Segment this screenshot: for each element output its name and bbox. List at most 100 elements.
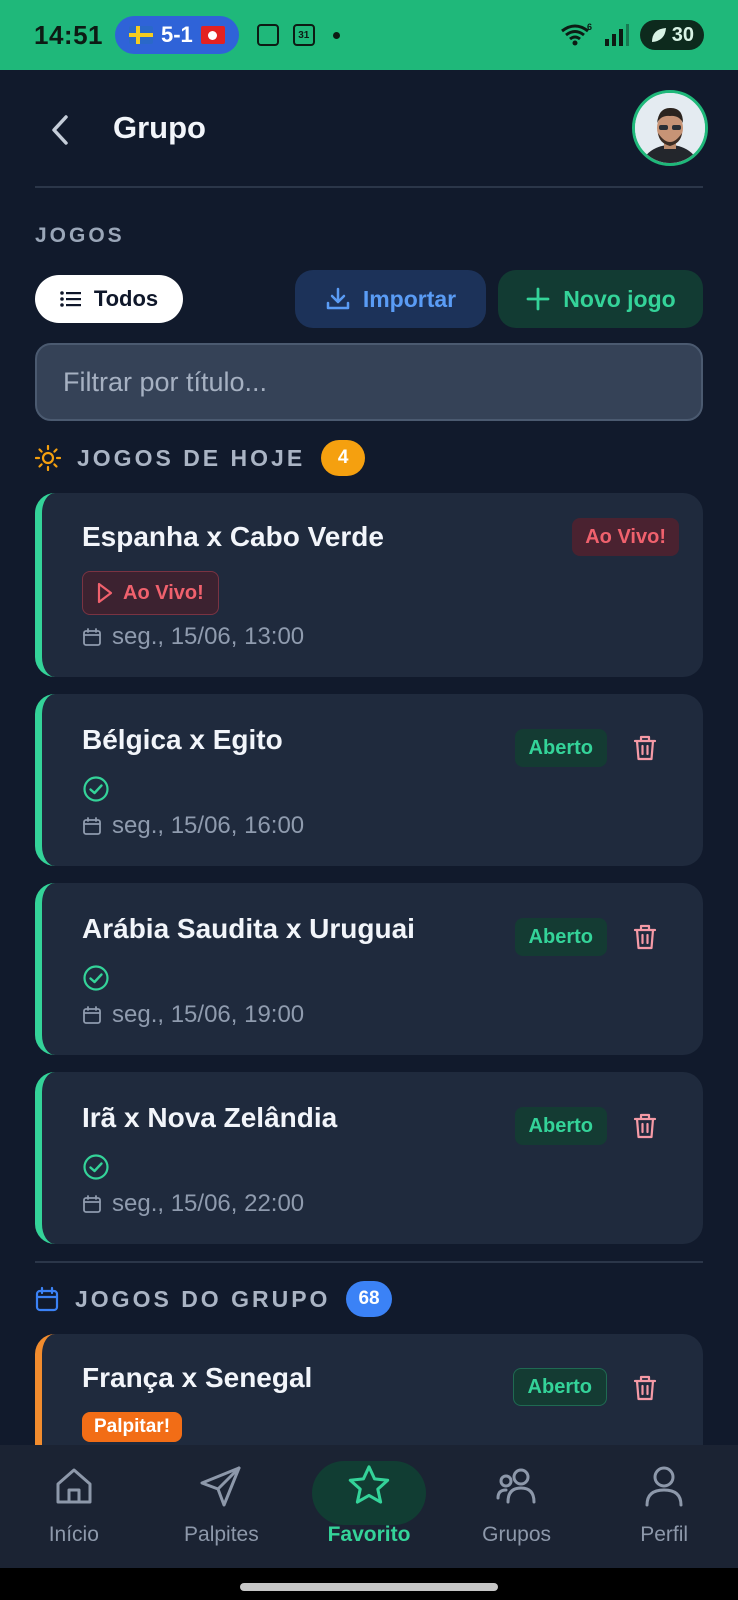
group-games-header: JOGOS DO GRUPO 68 — [35, 1281, 392, 1317]
trash-icon — [633, 735, 657, 761]
game-title: França x Senegal — [82, 1362, 313, 1393]
download-icon — [326, 287, 350, 310]
chevron-left-icon — [52, 115, 68, 145]
status-badge: Aberto — [514, 729, 607, 767]
leaf-icon — [651, 28, 666, 42]
home-icon — [56, 1468, 92, 1504]
trash-icon — [633, 1113, 657, 1139]
game-date: seg., 15/06, 19:00 — [82, 1001, 304, 1029]
section-title: JOGOS — [35, 224, 125, 247]
game-card[interactable]: Bélgica x Egito Aberto seg., 15/06, 16:0… — [35, 694, 703, 866]
tunisia-flag-icon — [200, 26, 225, 44]
status-time: 14:51 — [34, 19, 103, 50]
status-badge: Aberto — [514, 918, 607, 956]
status-badge: Aberto — [512, 1368, 607, 1406]
status-badge: Ao Vivo! — [572, 518, 679, 556]
game-date-text: seg., 15/06, 19:00 — [112, 1001, 305, 1028]
game-card[interactable]: Espanha x Cabo Verde Ao Vivo! Ao Vivo! s… — [35, 493, 703, 677]
check-circle-icon — [83, 776, 109, 802]
game-date-text: seg., 15/06, 13:00 — [112, 623, 305, 650]
nav-item-inicio[interactable]: Início — [0, 1445, 148, 1568]
game-card[interactable]: Arábia Saudita x Uruguai Aberto seg., 15… — [35, 883, 703, 1055]
avatar[interactable] — [632, 90, 708, 166]
today-games-count: 4 — [321, 440, 366, 476]
game-card[interactable]: Irã x Nova Zelândia Aberto seg., 15/06, … — [35, 1072, 703, 1244]
live-chip: Ao Vivo! — [82, 571, 219, 615]
game-title: Irã x Nova Zelândia — [82, 1102, 338, 1133]
section-divider — [35, 1261, 703, 1263]
filter-all-label: Todos — [93, 286, 159, 311]
calendar-status-icon: 31 — [292, 24, 315, 46]
today-games-header: JOGOS DE HOJE 4 — [35, 440, 366, 476]
today-games-label: JOGOS DE HOJE — [77, 444, 306, 471]
page-title: Grupo — [113, 110, 206, 145]
nav-label: Palpites — [184, 1523, 259, 1546]
game-title: Bélgica x Egito — [82, 724, 283, 755]
user-icon — [645, 1466, 683, 1507]
battery-indicator: 30 — [639, 20, 704, 50]
game-date: seg., 15/06, 22:00 — [82, 1190, 304, 1218]
play-icon — [97, 582, 113, 604]
wifi-icon: 6 — [560, 22, 592, 46]
live-score-text: 5-1 — [161, 22, 193, 47]
game-title: Espanha x Cabo Verde — [82, 521, 384, 552]
home-indicator[interactable] — [240, 1583, 498, 1591]
new-game-button[interactable]: Novo jogo — [498, 270, 703, 328]
check-circle-icon — [83, 1154, 109, 1180]
nav-item-favorito[interactable]: Favorito — [295, 1445, 443, 1568]
import-button[interactable]: Importar — [295, 270, 486, 328]
game-title: Arábia Saudita x Uruguai — [82, 913, 415, 944]
status-bar: 14:51 5-1 31 6 30 — [0, 0, 738, 70]
group-games-label: JOGOS DO GRUPO — [75, 1285, 331, 1312]
bottom-navigation: Início Palpites Favorito Grupos Perfil — [0, 1445, 738, 1568]
group-games-count: 68 — [346, 1281, 392, 1317]
game-date-text: seg., 15/06, 22:00 — [112, 1190, 305, 1217]
sun-icon — [35, 445, 61, 471]
calendar-icon — [35, 1286, 59, 1312]
nav-label: Favorito — [327, 1523, 411, 1546]
send-icon — [200, 1466, 241, 1507]
nav-label: Início — [48, 1523, 99, 1546]
new-game-label: Novo jogo — [563, 285, 676, 312]
plus-icon — [526, 287, 550, 311]
nav-item-grupos[interactable]: Grupos — [443, 1445, 591, 1568]
profile-photo — [635, 93, 705, 163]
screenshot-icon — [256, 24, 279, 46]
app-header: Grupo — [0, 70, 738, 188]
nav-item-palpites[interactable]: Palpites — [148, 1445, 296, 1568]
sweden-flag-icon — [129, 26, 153, 44]
back-button[interactable] — [42, 110, 78, 150]
trash-icon — [633, 924, 657, 950]
status-badge: Aberto — [514, 1107, 607, 1145]
calendar-icon — [83, 1195, 101, 1213]
delete-game-button[interactable] — [625, 917, 665, 957]
notification-dot-icon — [332, 31, 340, 39]
calendar-icon — [83, 628, 101, 646]
game-date: seg., 15/06, 16:00 — [82, 812, 304, 840]
bet-tag: Palpitar! — [82, 1412, 183, 1442]
nav-label: Perfil — [640, 1523, 689, 1546]
live-score-pill[interactable]: 5-1 — [115, 16, 239, 54]
calendar-icon — [83, 817, 101, 835]
delete-game-button[interactable] — [625, 1106, 665, 1146]
list-icon — [60, 291, 81, 307]
signal-icon — [604, 24, 629, 46]
calendar-icon — [83, 1006, 101, 1024]
game-date-text: seg., 15/06, 16:00 — [112, 812, 305, 839]
star-icon — [348, 1465, 390, 1504]
game-date: seg., 15/06, 13:00 — [82, 623, 304, 651]
delete-game-button[interactable] — [625, 1368, 665, 1408]
nav-item-perfil[interactable]: Perfil — [590, 1445, 738, 1568]
live-chip-label: Ao Vivo! — [123, 581, 204, 604]
title-filter-input[interactable] — [35, 343, 703, 421]
check-circle-icon — [83, 965, 109, 991]
nav-label: Grupos — [482, 1523, 552, 1546]
filter-all-button[interactable]: Todos — [35, 275, 183, 323]
wifi-badge: 6 — [587, 22, 592, 32]
delete-game-button[interactable] — [625, 728, 665, 768]
header-divider — [35, 186, 703, 188]
battery-level: 30 — [671, 23, 694, 46]
import-label: Importar — [362, 285, 457, 312]
trash-icon — [633, 1375, 657, 1401]
users-icon — [496, 1468, 536, 1504]
